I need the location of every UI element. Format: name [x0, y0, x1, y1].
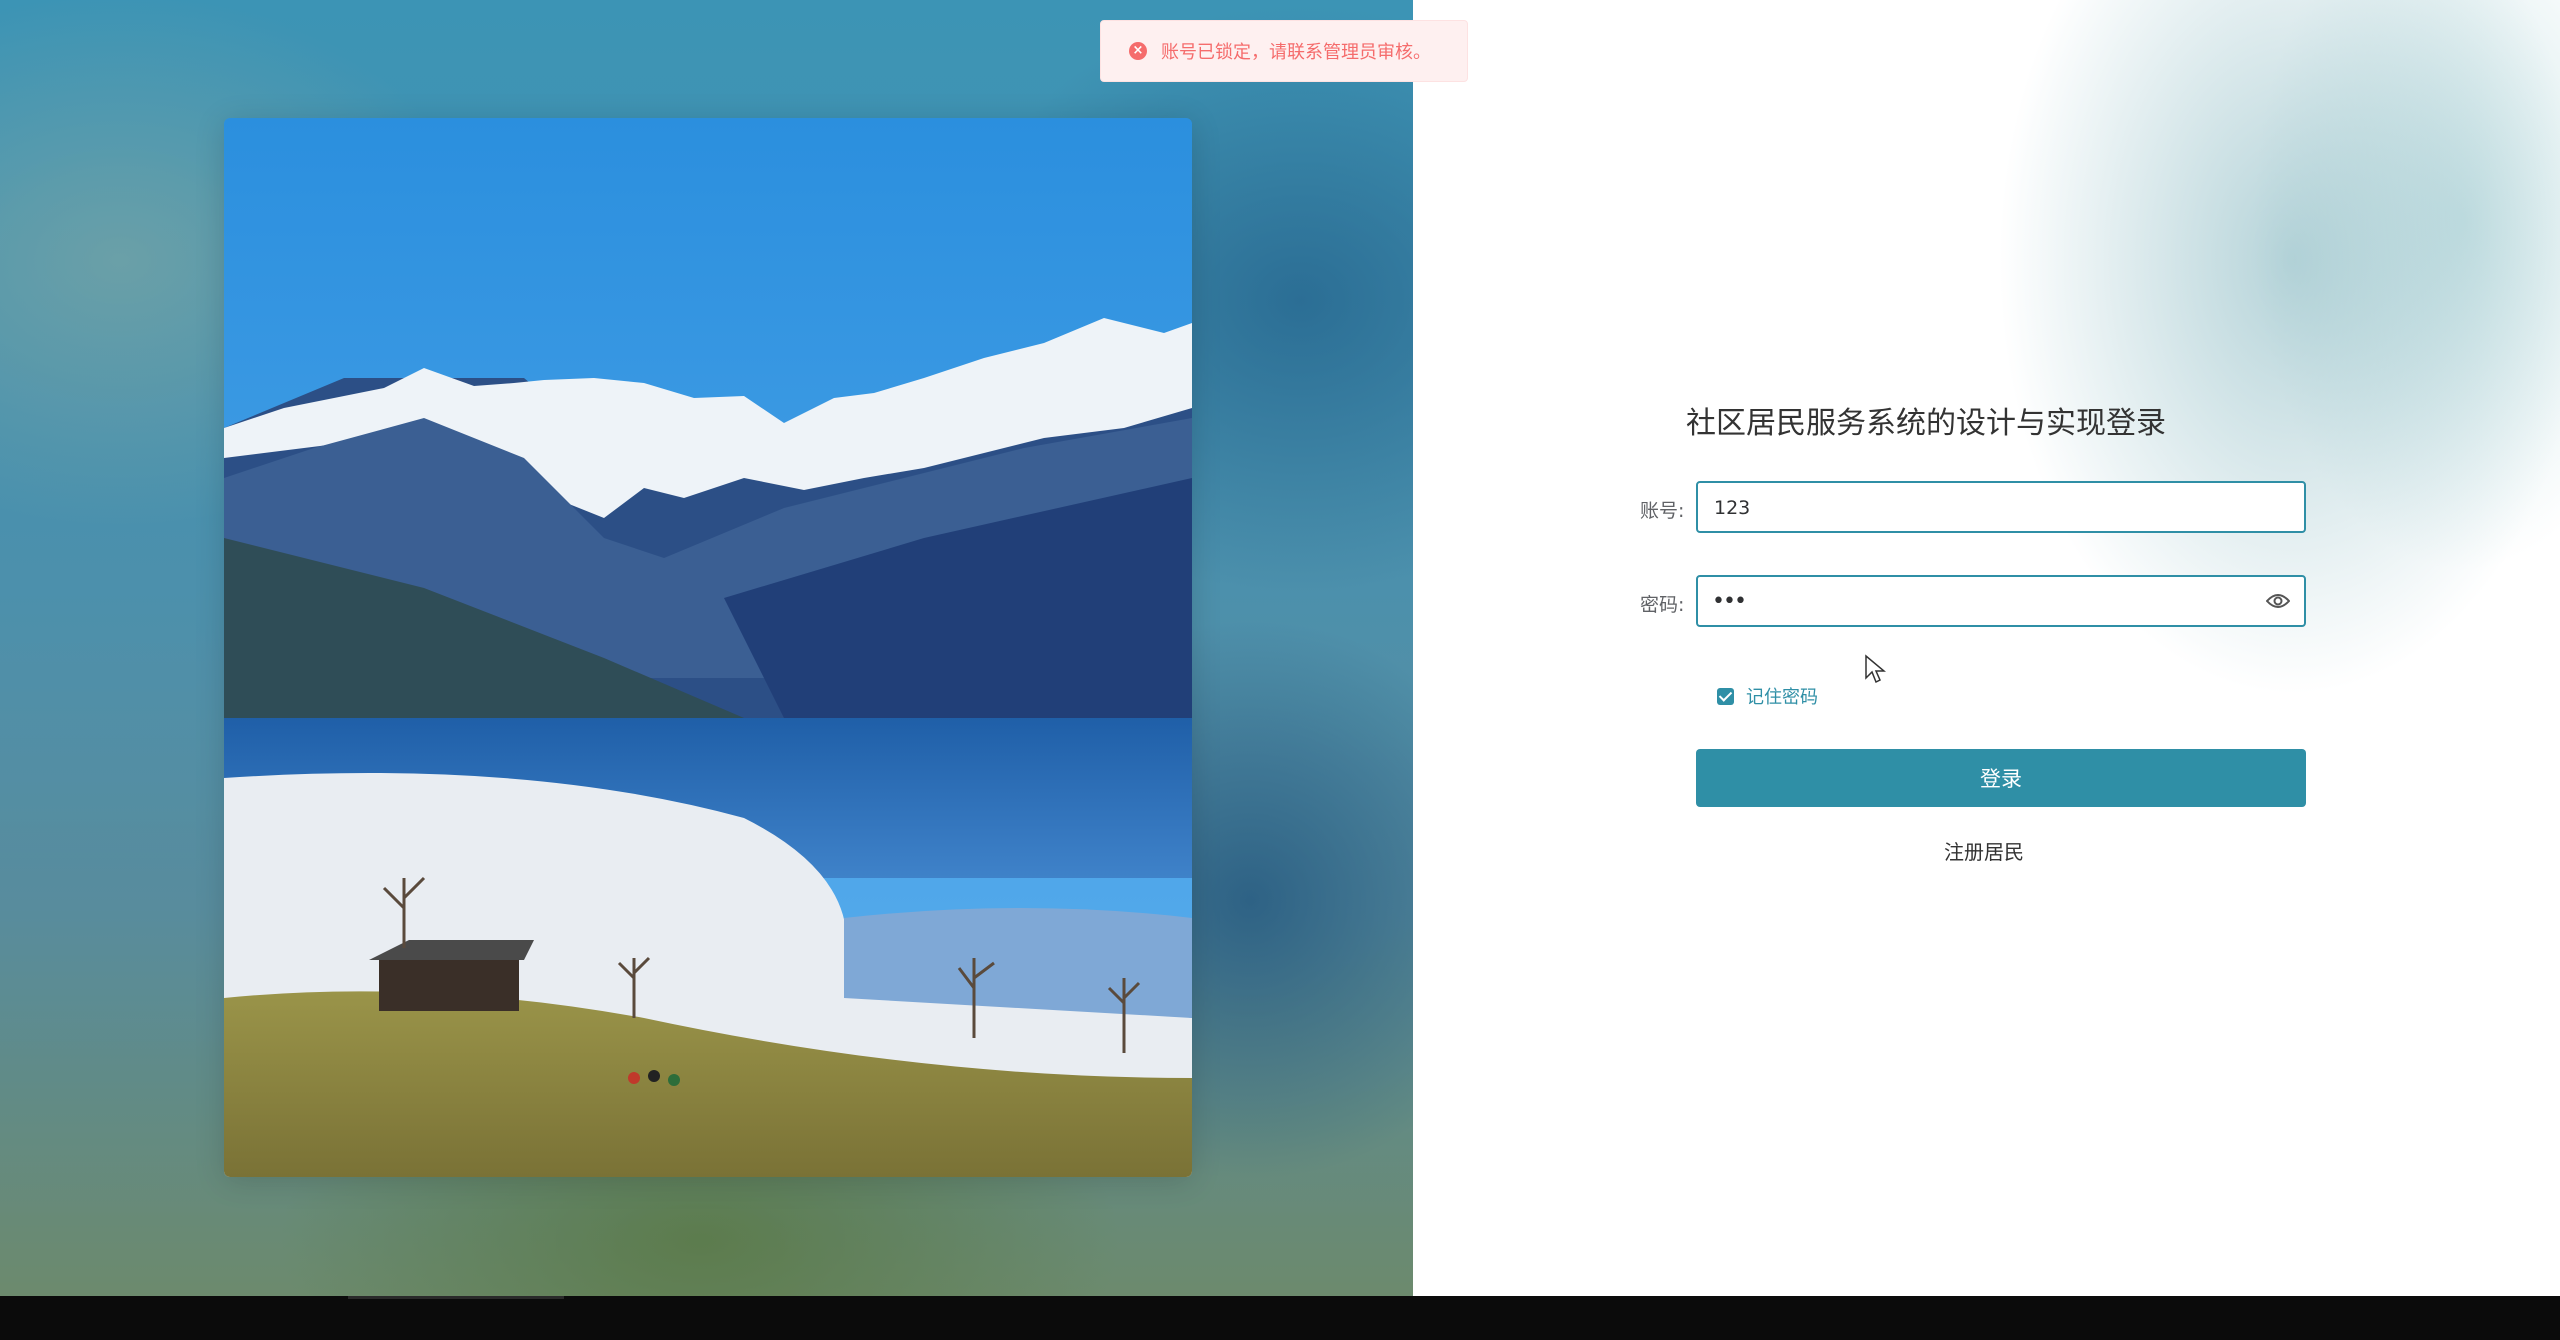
password-label: 密码: — [1640, 594, 1685, 616]
account-label: 账号: — [1640, 500, 1685, 522]
remember-password[interactable]: 记住密码 — [1717, 683, 1818, 709]
error-toast: × 账号已锁定，请联系管理员审核。 — [1100, 20, 1468, 82]
bottom-bar-segment — [348, 1296, 564, 1299]
password-field[interactable]: ••• — [1696, 575, 2306, 627]
login-button[interactable]: 登录 — [1696, 749, 2306, 807]
remember-label: 记住密码 — [1746, 687, 1818, 708]
mouse-cursor-icon — [1865, 654, 1886, 684]
error-circle-icon: × — [1129, 42, 1147, 60]
login-panel — [1413, 0, 2560, 1296]
bottom-bar — [0, 1296, 2560, 1340]
landscape-photo — [224, 118, 1192, 1177]
toast-message: 账号已锁定，请联系管理员审核。 — [1161, 42, 1431, 63]
remember-checkbox[interactable] — [1717, 687, 1734, 705]
account-field[interactable] — [1696, 481, 2306, 533]
password-input[interactable]: ••• — [1712, 589, 1747, 614]
eye-icon[interactable] — [2266, 591, 2290, 611]
page-title: 社区居民服务系统的设计与实现登录 — [1686, 406, 2166, 441]
register-link[interactable]: 注册居民 — [1944, 836, 2024, 865]
account-input[interactable] — [1712, 483, 2256, 533]
